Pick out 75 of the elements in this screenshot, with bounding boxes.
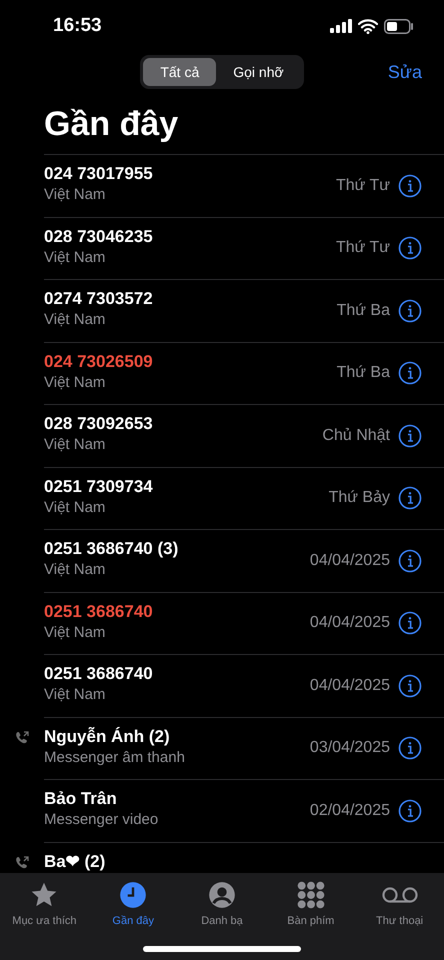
caller-name: 0251 7309734 (44, 476, 154, 498)
tab-item[interactable]: Gần đây (88, 881, 178, 930)
call-detail: Việt Nam (44, 248, 106, 268)
info-icon[interactable] (398, 798, 422, 823)
call-detail: Messenger âm thanh (44, 748, 186, 768)
call-detail: Việt Nam (44, 372, 106, 392)
wifi-icon (358, 18, 378, 34)
info-icon[interactable] (398, 174, 422, 198)
caller-name: Ba❤ (2) (44, 850, 106, 872)
tab-item[interactable]: Mục ưa thích (0, 881, 89, 930)
signal-icon (330, 19, 352, 33)
call-row[interactable]: 0251 7309734 Việt Nam Thứ Bảy (0, 466, 444, 529)
call-row[interactable]: 0251 3686740 (3) Việt Nam 04/04/2025 (0, 529, 444, 592)
call-row[interactable]: 0274 7303572 Việt Nam Thứ Ba (0, 279, 444, 342)
call-row[interactable]: 028 73092653 Việt Nam Chủ Nhật (0, 404, 444, 466)
caller-name: 0251 3686740 (44, 600, 154, 622)
call-date: Thứ Tư (336, 176, 390, 196)
call-detail: Việt Nam (44, 498, 106, 518)
call-date: 04/04/2025 (310, 613, 390, 634)
call-detail: Messenger video (44, 810, 160, 830)
call-date: Chủ Nhật (322, 426, 390, 446)
edit-button[interactable]: Sửa (388, 58, 422, 86)
call-row[interactable]: 028 73046235 Việt Nam Thứ Tư (0, 216, 444, 279)
call-row[interactable]: 0251 3686740 Việt Nam 04/04/2025 (0, 654, 444, 716)
caller-name: Nguyễn Ánh (2) (44, 726, 171, 748)
call-date: Thứ Bảy (328, 488, 390, 508)
call-date: 04/04/2025 (310, 676, 390, 696)
call-date: 04/04/2025 (310, 550, 390, 571)
info-icon[interactable] (398, 736, 422, 760)
call-row[interactable]: 024 73026509 Việt Nam Thứ Ba (0, 342, 444, 404)
call-row[interactable]: Bảo Trân Messenger video 02/04/2025 (0, 779, 444, 842)
info-icon[interactable] (398, 424, 422, 448)
caller-name: 0251 3686740 (44, 663, 154, 685)
caller-name: 024 73017955 (44, 163, 154, 185)
call-detail: Việt Nam (44, 185, 106, 205)
clock-icon (119, 881, 148, 909)
call-detail: Việt Nam (44, 310, 106, 330)
call-row[interactable]: Nguyễn Ánh (2) Messenger âm thanh 03/04/2025 (0, 716, 444, 779)
page-title: Gần đây (44, 104, 180, 145)
call-detail: Việt Nam (44, 435, 106, 455)
keypad-icon (296, 881, 325, 909)
info-icon[interactable] (398, 486, 422, 510)
info-icon[interactable] (398, 548, 422, 573)
segment-tab[interactable]: Gọi nhỡ (216, 58, 301, 86)
caller-name: 028 73092653 (44, 413, 154, 435)
call-detail: Việt Nam (44, 622, 106, 642)
caller-name: 028 73046235 (44, 226, 154, 248)
info-icon[interactable] (398, 674, 422, 698)
status-time: 16:53 (53, 14, 102, 38)
info-icon[interactable] (398, 361, 422, 386)
tab-item[interactable]: Danh bạ (178, 881, 266, 930)
battery-icon (384, 18, 414, 34)
call-row[interactable]: 024 73017955 Việt Nam Thứ Tư (0, 154, 444, 216)
call-date: Thứ Ba (336, 363, 390, 384)
phone-arrow-icon (14, 730, 30, 746)
call-detail: Việt Nam (44, 560, 106, 580)
call-detail: Việt Nam (44, 685, 106, 705)
info-icon[interactable] (398, 611, 422, 636)
caller-name: 0274 7303572 (44, 288, 154, 310)
caller-name: 024 73026509 (44, 350, 154, 372)
call-date: Thứ Ba (336, 300, 390, 321)
call-date: Thứ Tư (336, 238, 390, 258)
call-date: 03/04/2025 (310, 738, 390, 758)
info-icon[interactable] (398, 236, 422, 260)
call-date: 02/04/2025 (310, 800, 390, 821)
phone-arrow-icon (14, 854, 30, 870)
tab-item[interactable]: Bàn phím (266, 881, 356, 930)
call-row[interactable]: 0251 3686740 Việt Nam 04/04/2025 (0, 592, 444, 654)
tab-item[interactable]: Thư thoại (355, 881, 444, 930)
star-icon (30, 881, 58, 909)
segment-tab[interactable]: Tất cả (143, 58, 216, 86)
info-icon[interactable] (398, 298, 422, 323)
person-icon (208, 881, 236, 909)
caller-name: 0251 3686740 (3) (44, 538, 180, 560)
caller-name: Bảo Trân (44, 788, 118, 810)
